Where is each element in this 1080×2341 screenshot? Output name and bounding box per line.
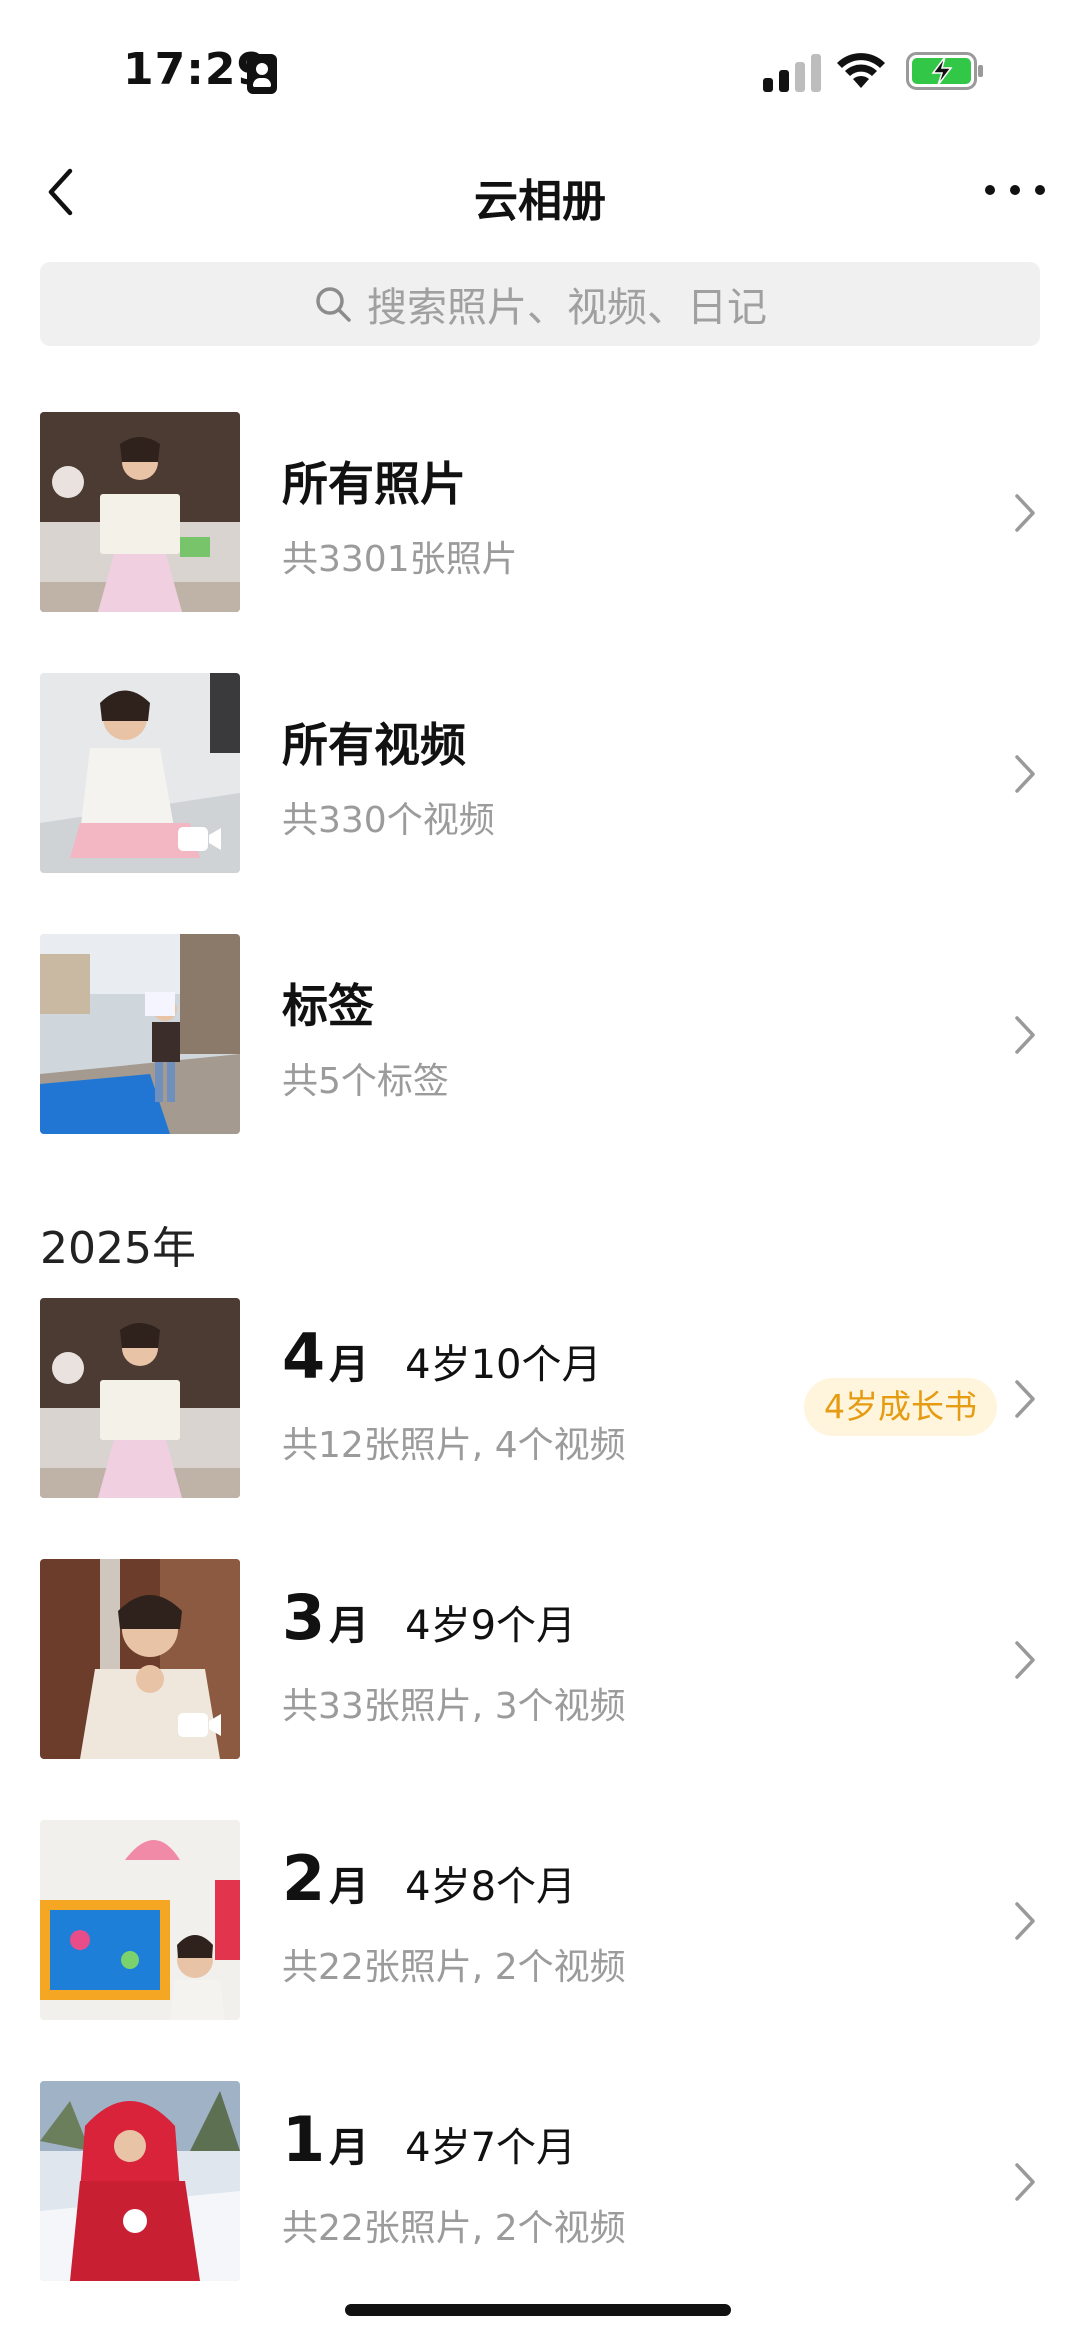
search-icon [316, 287, 351, 322]
child-age: 4岁8个月 [405, 1864, 577, 1910]
page-title: 云相册 [474, 176, 606, 227]
month-thumbnail [40, 1559, 240, 1759]
video-camera-icon [178, 827, 221, 851]
month-row-march[interactable]: 3 月 4岁9个月 共33张照片, 3个视频 [0, 1559, 1080, 1759]
month-heading: 3 月 4岁9个月 [282, 1581, 576, 1654]
chevron-right-icon [1015, 755, 1035, 793]
growth-book-badge[interactable]: 4岁成长书 [804, 1378, 997, 1436]
chevron-right-icon [1015, 1380, 1035, 1418]
month-heading: 2 月 4岁8个月 [282, 1842, 576, 1915]
month-unit: 月 [329, 1603, 370, 1649]
year-heading: 2025年 [40, 1223, 196, 1274]
month-count: 共22张照片, 2个视频 [282, 2208, 626, 2249]
album-thumbnail [40, 412, 240, 612]
album-count: 共330个视频 [282, 800, 495, 841]
month-count: 共33张照片, 3个视频 [282, 1686, 626, 1727]
status-bar: 17:29 [0, 0, 1080, 140]
sim-card-icon [247, 54, 277, 94]
month-row-january[interactable]: 1 月 4岁7个月 共22张照片, 2个视频 [0, 2081, 1080, 2281]
search-placeholder: 搜索照片、视频、日记 [367, 285, 767, 331]
month-heading: 4 月 4岁10个月 [282, 1320, 602, 1393]
month-number: 4 [282, 1320, 326, 1393]
month-count: 共22张照片, 2个视频 [282, 1947, 626, 1988]
wifi-icon [836, 50, 886, 90]
album-title: 标签 [282, 979, 374, 1033]
month-number: 3 [282, 1581, 326, 1654]
search-input[interactable]: 搜索照片、视频、日记 [40, 262, 1040, 346]
more-button[interactable] [985, 170, 1045, 210]
child-age: 4岁7个月 [405, 2125, 577, 2171]
battery-charging-icon [906, 52, 984, 90]
chevron-right-icon [1015, 1016, 1035, 1054]
month-unit: 月 [329, 1342, 370, 1388]
album-count: 共5个标签 [282, 1061, 449, 1102]
month-unit: 月 [329, 1864, 370, 1910]
more-icon [985, 185, 995, 195]
album-row-tags[interactable]: 标签 共5个标签 [0, 934, 1080, 1134]
month-unit: 月 [329, 2125, 370, 2171]
album-row-all-photos[interactable]: 所有照片 共3301张照片 [0, 412, 1080, 612]
chevron-right-icon [1015, 494, 1035, 532]
month-thumbnail [40, 1820, 240, 2020]
chevron-right-icon [1015, 2163, 1035, 2201]
chevron-right-icon [1015, 1902, 1035, 1940]
album-row-all-videos[interactable]: 所有视频 共330个视频 [0, 673, 1080, 873]
album-thumbnail [40, 934, 240, 1134]
month-thumbnail [40, 2081, 240, 2281]
month-row-february[interactable]: 2 月 4岁8个月 共22张照片, 2个视频 [0, 1820, 1080, 2020]
month-number: 2 [282, 1842, 326, 1915]
video-camera-icon [178, 1713, 221, 1737]
month-number: 1 [282, 2103, 326, 2176]
album-thumbnail [40, 673, 240, 873]
album-count: 共3301张照片 [282, 539, 518, 580]
album-title: 所有视频 [282, 718, 466, 772]
month-heading: 1 月 4岁7个月 [282, 2103, 576, 2176]
home-indicator[interactable] [345, 2304, 731, 2316]
month-thumbnail [40, 1298, 240, 1498]
album-title: 所有照片 [282, 457, 466, 511]
signal-icon [763, 52, 823, 92]
child-age: 4岁10个月 [405, 1342, 602, 1388]
chevron-right-icon [1015, 1641, 1035, 1679]
month-count: 共12张照片, 4个视频 [282, 1425, 626, 1466]
child-age: 4岁9个月 [405, 1603, 577, 1649]
month-row-april[interactable]: 4 月 4岁10个月 共12张照片, 4个视频 4岁成长书 [0, 1298, 1080, 1498]
